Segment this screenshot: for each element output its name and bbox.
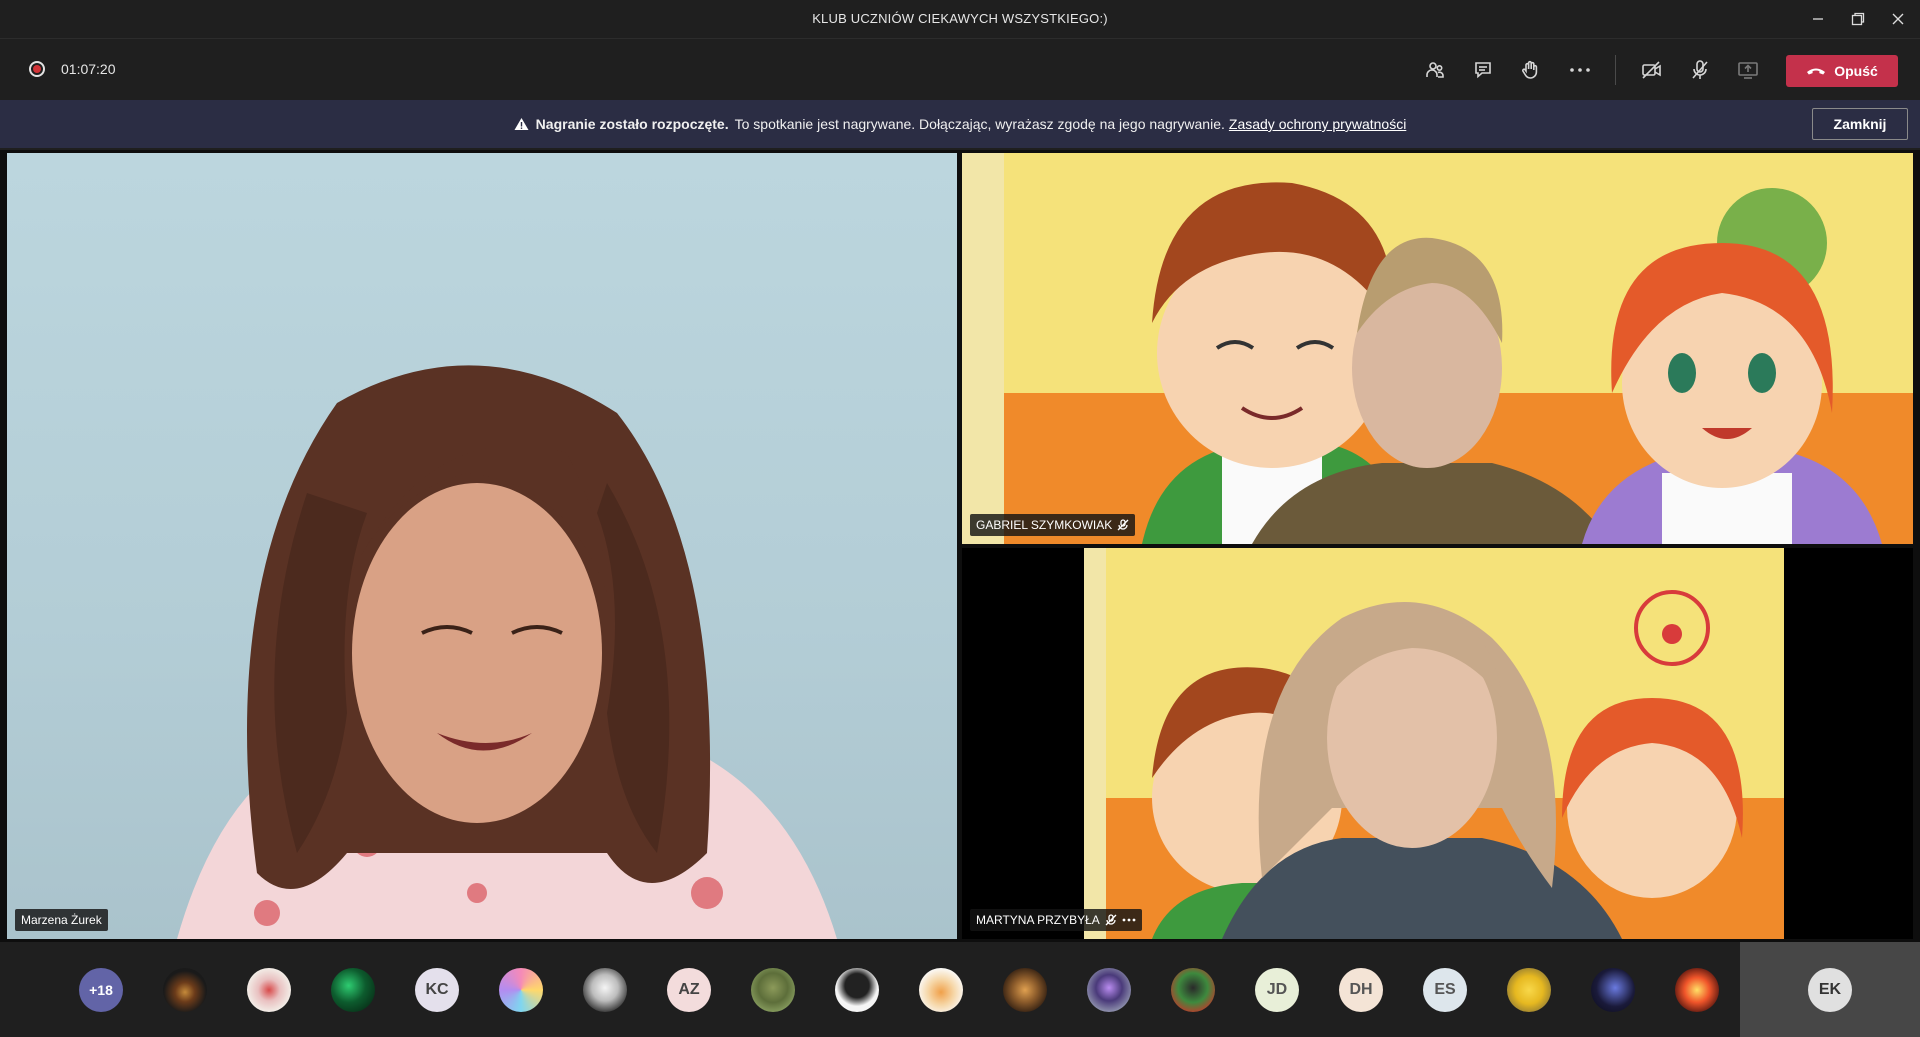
- video-stage: Marzena Żurek GABRIEL SZYMKOWIAK MARTYNA…: [0, 150, 1920, 942]
- mic-off-icon[interactable]: [1684, 55, 1716, 85]
- close-icon[interactable]: [1878, 6, 1918, 32]
- leave-label: Opuść: [1834, 63, 1878, 79]
- share-screen-icon[interactable]: [1732, 55, 1764, 85]
- recording-banner: Nagranie zostało rozpoczęte. To spotkanie…: [0, 100, 1920, 148]
- avatar[interactable]: AZ: [667, 968, 711, 1012]
- mic-off-icon: [1117, 519, 1129, 531]
- privacy-link[interactable]: Zasady ochrony prywatności: [1229, 116, 1406, 132]
- more-icon[interactable]: [1564, 55, 1596, 85]
- participant-name: MARTYNA PRZYBYŁA: [976, 913, 1100, 927]
- avatar[interactable]: [499, 968, 543, 1012]
- camera-off-icon[interactable]: [1636, 55, 1668, 85]
- avatar[interactable]: [583, 968, 627, 1012]
- recording-timer: 01:07:20: [61, 61, 116, 77]
- banner-text: To spotkanie jest nagrywane. Dołączając,…: [734, 116, 1225, 132]
- avatar[interactable]: [835, 968, 879, 1012]
- window-title: KLUB UCZNIÓW CIEKAWYCH WSZYSTKIEGO:): [812, 11, 1108, 26]
- video-tile-main[interactable]: Marzena Żurek: [7, 153, 957, 939]
- avatar[interactable]: DH: [1339, 968, 1383, 1012]
- minimize-icon[interactable]: [1798, 6, 1838, 32]
- name-tag-bottom-right: MARTYNA PRZYBYŁA: [970, 909, 1142, 931]
- avatar[interactable]: [919, 968, 963, 1012]
- avatar[interactable]: [1171, 968, 1215, 1012]
- avatar[interactable]: [1507, 968, 1551, 1012]
- avatar[interactable]: [1087, 968, 1131, 1012]
- recording-icon: [29, 61, 45, 77]
- self-avatar: EK: [1808, 968, 1852, 1012]
- speaker-video: [177, 365, 837, 939]
- avatar[interactable]: JD: [1255, 968, 1299, 1012]
- avatar[interactable]: [331, 968, 375, 1012]
- video-tile-top-right[interactable]: GABRIEL SZYMKOWIAK: [962, 153, 1913, 544]
- avatar[interactable]: [247, 968, 291, 1012]
- toolbar-divider: [1615, 55, 1616, 85]
- name-tag-main: Marzena Żurek: [15, 909, 108, 931]
- avatar[interactable]: [1003, 968, 1047, 1012]
- avatar[interactable]: [751, 968, 795, 1012]
- participant-video: [1084, 548, 1784, 939]
- warning-icon: [514, 118, 529, 130]
- overflow-participants-button[interactable]: +18: [79, 968, 123, 1012]
- people-icon[interactable]: [1419, 55, 1451, 85]
- meeting-toolbar: 01:07:20 Opuść: [0, 39, 1920, 99]
- mic-off-icon: [1105, 914, 1117, 926]
- chat-icon[interactable]: [1467, 55, 1499, 85]
- banner-bold-text: Nagranie zostało rozpoczęte.: [535, 116, 729, 132]
- hang-up-icon: [1807, 68, 1826, 75]
- leave-button[interactable]: Opuść: [1786, 55, 1898, 87]
- participant-strip: +18 KC AZ JD DH ES EK: [0, 942, 1920, 1037]
- dismiss-banner-button[interactable]: Zamknij: [1812, 108, 1908, 140]
- participant-name: GABRIEL SZYMKOWIAK: [976, 518, 1113, 532]
- avatar[interactable]: [1675, 968, 1719, 1012]
- more-icon[interactable]: [1122, 918, 1136, 922]
- avatar[interactable]: KC: [415, 968, 459, 1012]
- avatar[interactable]: [1591, 968, 1635, 1012]
- raise-hand-icon[interactable]: [1515, 55, 1547, 85]
- participant-video: [962, 153, 1913, 544]
- banner-message: Nagranie zostało rozpoczęte. To spotkanie…: [0, 116, 1920, 132]
- participant-name: Marzena Żurek: [21, 913, 102, 927]
- self-preview[interactable]: EK: [1740, 942, 1920, 1037]
- restore-icon[interactable]: [1838, 6, 1878, 32]
- title-bar: KLUB UCZNIÓW CIEKAWYCH WSZYSTKIEGO:): [0, 0, 1920, 39]
- name-tag-top-right: GABRIEL SZYMKOWIAK: [970, 514, 1136, 536]
- avatar[interactable]: [163, 968, 207, 1012]
- video-tile-bottom-right[interactable]: MARTYNA PRZYBYŁA: [962, 548, 1913, 939]
- avatar[interactable]: ES: [1423, 968, 1467, 1012]
